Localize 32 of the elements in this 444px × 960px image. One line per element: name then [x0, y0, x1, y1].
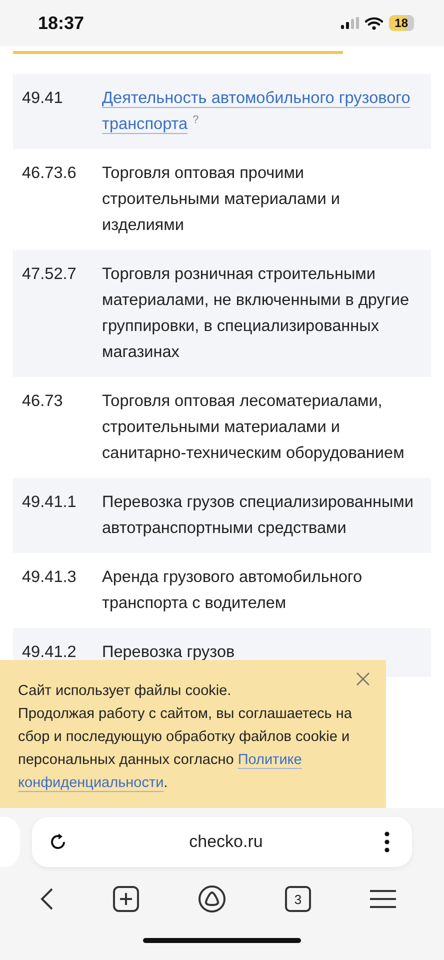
activity-name: Торговля розничная строительными материалами, не включенными в другие группировки, в специализированных магазинах — [102, 264, 410, 363]
url-text: checko.ru — [189, 832, 263, 852]
activity-name: Перевозка грузов специализированными автотранспортными средствами — [102, 492, 414, 539]
activity-code: 49.41 — [22, 88, 64, 109]
battery-indicator: 18 — [388, 15, 414, 31]
activity-name: Аренда грузового автомобильного транспорта с водителем — [102, 567, 364, 614]
new-tab-icon[interactable] — [113, 886, 139, 912]
assistant-icon[interactable] — [198, 885, 226, 913]
cookie-text: Продолжая работу с сайтом, вы соглашаетесь на сбор и последующую обработку файлов cookie и персональных данных согласно Политике конфиденциальности. — [18, 705, 353, 793]
menu-icon[interactable] — [370, 889, 396, 909]
activity-code: 46.73 — [22, 391, 64, 412]
more-icon[interactable] — [384, 831, 390, 853]
back-icon[interactable] — [40, 887, 54, 911]
address-bar[interactable]: checko.ru — [32, 817, 412, 867]
activity-code: 49.41.2 — [22, 642, 78, 663]
privacy-policy-link[interactable]: Политике — [238, 752, 302, 768]
activity-code: 46.73.6 — [22, 163, 78, 184]
close-icon[interactable] — [356, 672, 370, 686]
privacy-policy-link[interactable]: конфиденциальности — [18, 775, 164, 791]
activity-link[interactable]: Деятельность автомобильного грузового транспорта $^{?}$ — [102, 85, 421, 137]
activity-name: Перевозка грузов — [102, 642, 236, 663]
cookie-title: Сайт использует файлы cookie. — [18, 682, 232, 701]
activity-code: 49.41.3 — [22, 567, 78, 588]
status-time: 18:37 — [38, 12, 84, 34]
activity-name: Торговля оптовая прочими строительными материалами и изделиями — [102, 163, 341, 236]
wifi-icon — [364, 16, 383, 30]
signal-icon — [340, 17, 359, 29]
activity-code: 49.41.1 — [22, 492, 78, 513]
activity-code: 47.52.7 — [22, 264, 78, 285]
reload-icon[interactable] — [48, 832, 68, 852]
activity-name: Торговля оптовая лесоматериалами, строительными материалами и санитарно-техническим оборудованием — [102, 391, 406, 464]
tab-count-button[interactable]: 3 — [285, 886, 311, 912]
